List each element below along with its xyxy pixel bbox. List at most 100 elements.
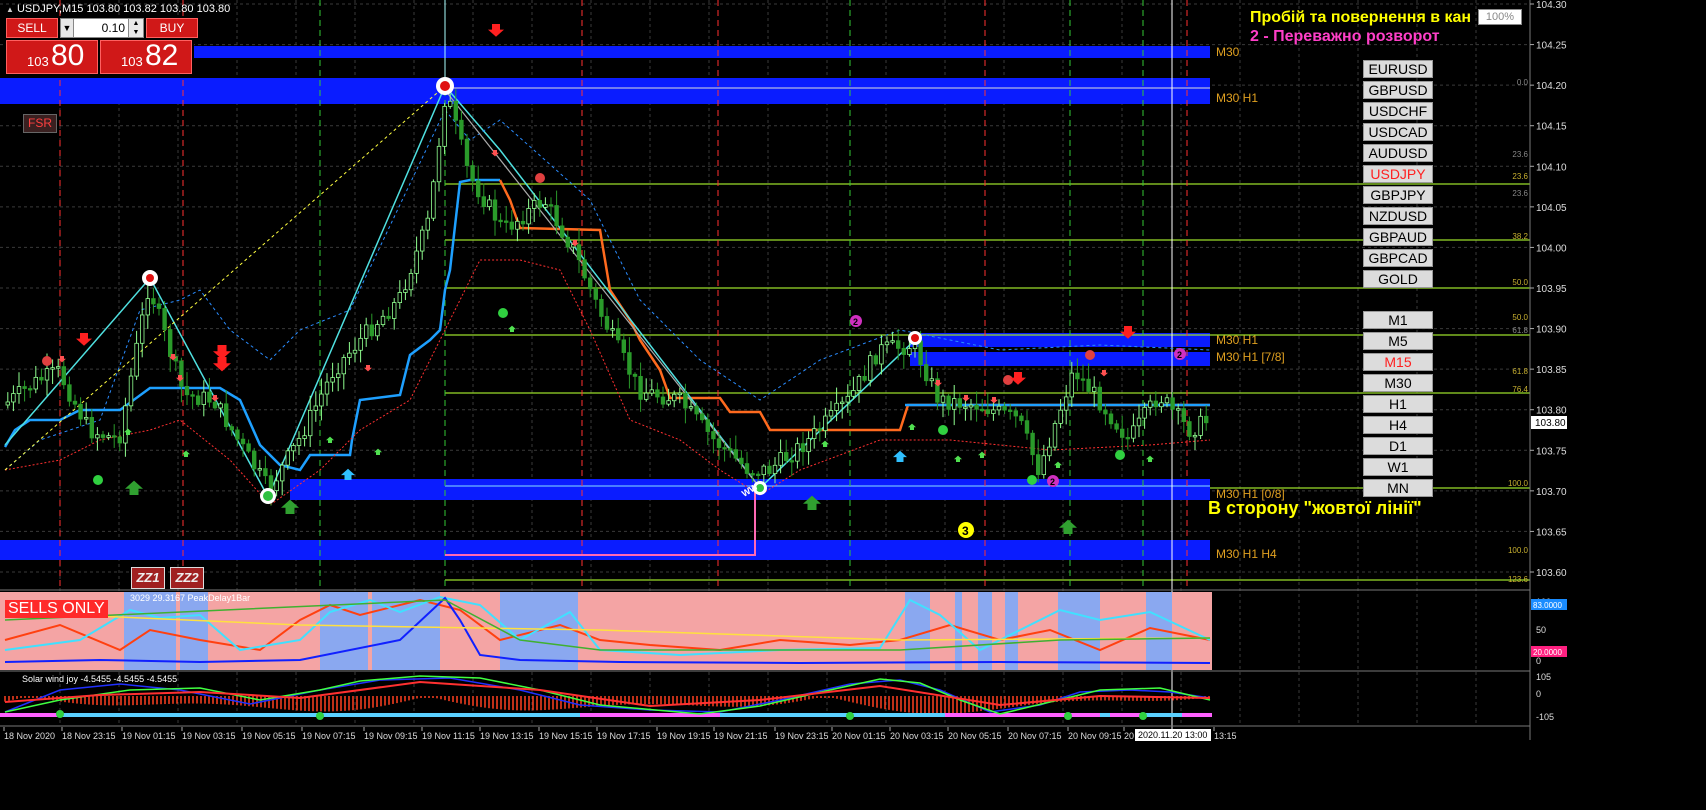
sell-arrow-icon [1010,372,1026,385]
candle-body [72,400,78,405]
level-label: M30 H1 H4 [1216,547,1277,561]
candle-body [733,449,738,459]
small-buy-arrow-icon [1054,461,1062,468]
candle-body [834,402,839,411]
candle-body [1086,378,1091,392]
candle-body [1019,415,1024,422]
symbol-button-usdcad[interactable]: USDCAD [1363,123,1433,141]
candle-body [599,298,604,317]
candle-body [212,401,218,409]
candle-body [78,403,83,420]
candle-body [285,450,290,466]
candle-body [50,367,55,370]
level-band [0,540,1210,560]
candle-body [644,392,649,400]
candle-body [856,376,862,391]
candles [5,89,1209,506]
price-tick-label: 104.25 [1536,41,1567,52]
candle-body [1097,386,1102,411]
candle-body [537,200,542,208]
candle-body [1041,455,1046,476]
price-tick-label: 103.70 [1536,487,1567,498]
fsr-button[interactable]: FSR [23,114,57,133]
symbol-button-gold[interactable]: GOLD [1363,270,1433,288]
candle-body [621,339,626,353]
candle-body [896,340,901,349]
candle-body [61,366,66,386]
symbol-button-eurusd[interactable]: EURUSD [1363,60,1433,78]
candle-body [750,473,755,476]
candle-body [313,405,318,411]
lot-stepper-icon[interactable]: ▲ ▼ [128,18,144,38]
zoom-indicator[interactable]: 100% [1478,9,1522,25]
symbol-button-usdjpy[interactable]: USDJPY [1363,165,1433,183]
candle-body [756,473,761,477]
ind2-green-line [4,675,1211,715]
candle-body [823,415,828,432]
candle-body [1052,423,1058,448]
time-tick-label: 19 Nov 11:15 [422,731,475,741]
candle-body [201,391,206,405]
timeframe-button-m30[interactable]: M30 [1363,374,1433,392]
candle-body [1075,372,1080,380]
candle-body [1125,437,1130,440]
timeframe-button-m15[interactable]: M15 [1363,353,1433,371]
candle-body [806,438,811,453]
timeframe-button-d1[interactable]: D1 [1363,437,1433,455]
zz2-button[interactable]: ZZ2 [170,567,204,589]
sell-price-button[interactable]: 103 80 [6,39,98,74]
ind2-scale: 0 [1536,689,1541,699]
candle-body [784,452,789,461]
candle-body [565,236,570,248]
candle-body [627,352,632,375]
candle-body [341,357,346,375]
time-tick-label: 20 Nov 07:15 [1008,731,1062,741]
timeframe-button-h4[interactable]: H4 [1363,416,1433,434]
candle-body [112,435,117,438]
symbol-button-nzdusd[interactable]: NZDUSD [1363,207,1433,225]
symbol-button-audusd[interactable]: AUDUSD [1363,144,1433,162]
sell-button[interactable]: SELL [6,18,58,38]
timeframe-button-m5[interactable]: M5 [1363,332,1433,350]
candle-body [1013,410,1018,417]
small-sell-arrow-icon [491,150,499,157]
timeframe-button-m1[interactable]: M1 [1363,311,1433,329]
symbol-button-gbpcad[interactable]: GBPCAD [1363,249,1433,267]
blue-arrow-icon [341,468,355,480]
candle-body [716,438,722,448]
candle-body [335,373,341,378]
timeframe-button-w1[interactable]: W1 [1363,458,1433,476]
lot-dropdown-icon[interactable]: ▼ [60,18,74,38]
candle-body [593,288,598,300]
buy-price-prefix: 103 [121,54,143,69]
fib-label: 23.6 [1512,150,1528,159]
buy-button[interactable]: BUY [146,18,198,38]
candle-body [980,408,985,412]
symbol-button-usdchf[interactable]: USDCHF [1363,102,1433,120]
candle-body [728,448,733,451]
zz1-button[interactable]: ZZ1 [131,567,165,589]
price-tick-label: 103.65 [1536,527,1567,538]
symbol-button-gbpjpy[interactable]: GBPJPY [1363,186,1433,204]
small-buy-arrow-icon [1146,455,1154,462]
pivot-low-icon [263,491,273,501]
ind2-pink-zone [0,713,60,717]
candle-body [1114,423,1119,430]
timeframe-button-mn[interactable]: MN [1363,479,1433,497]
candle-body [700,413,705,421]
candle-body [16,386,22,394]
symbol-button-gbpusd[interactable]: GBPUSD [1363,81,1433,99]
timeframe-button-h1[interactable]: H1 [1363,395,1433,413]
price-chart[interactable]: 104.30 104.25 104.20 104.15 104.10 104.05 104.… [0,0,1706,810]
candle-body [1008,409,1013,412]
candle-body [1030,432,1035,456]
candle-body [672,393,677,402]
symbol-button-gbpaud[interactable]: GBPAUD [1363,228,1433,246]
candle-body [1047,446,1052,457]
candle-body [952,398,957,410]
number-2-label: 2 [1177,350,1182,360]
candle-body [492,199,498,221]
candle-body [772,464,778,474]
time-tick-label: 19 Nov 21:15 [714,731,768,741]
buy-price-button[interactable]: 103 82 [100,39,192,74]
